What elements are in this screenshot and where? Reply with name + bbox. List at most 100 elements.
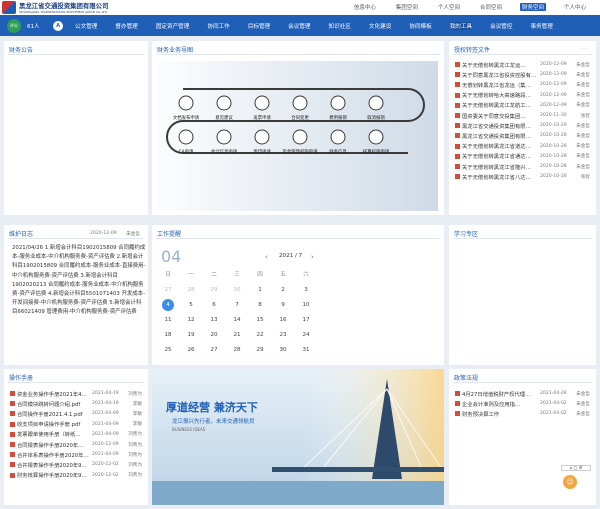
item-title[interactable]: 无偿划转黑龙江省龙运（集…: [462, 81, 540, 89]
flow-node-icon[interactable]: [254, 95, 270, 111]
list-item[interactable]: 关于无偿划转黑龙江龙运… 2020-12-09 朱金哲: [455, 60, 590, 69]
menu-item[interactable]: 事务管理: [530, 22, 552, 30]
calendar-day-cell[interactable]: 29: [208, 284, 220, 296]
more-icon[interactable]: …: [582, 45, 590, 50]
calendar-day-cell[interactable]: 18: [162, 329, 174, 341]
calendar-day-cell[interactable]: 30: [277, 344, 289, 356]
item-title[interactable]: 国资委关于同意交投集团…: [462, 112, 540, 120]
item-title[interactable]: 关于无偿划转哈大高速路段…: [462, 91, 540, 99]
item-title[interactable]: 合同报表操作手册2020年…: [17, 441, 92, 449]
list-item[interactable]: 收支项目申请操作手册.pdf 2021-04-09 李敏: [10, 420, 142, 429]
calendar-day-cell[interactable]: 23: [277, 329, 289, 341]
calendar-day-cell[interactable]: 13: [208, 314, 220, 326]
item-title[interactable]: 关于无偿划转黑龙江龙航工…: [462, 101, 540, 109]
calendar-day-cell[interactable]: 17: [300, 314, 312, 326]
calendar-day-cell[interactable]: 16: [277, 314, 289, 326]
list-item[interactable]: 企业会计准则及应用指… 2021-04-02 朱金哲: [455, 399, 590, 408]
calendar-day-cell[interactable]: 2: [277, 284, 289, 296]
list-item[interactable]: 合并体系表操作手册2020年… 2021-04-09 刘青为: [10, 450, 142, 459]
flow-node-icon[interactable]: [216, 95, 232, 111]
calendar-day-cell[interactable]: 28: [185, 284, 197, 296]
top-link[interactable]: 财务空间: [519, 3, 546, 11]
item-title[interactable]: 合并体系表操作手册2020年…: [17, 451, 92, 459]
calendar-day-cell[interactable]: 29: [254, 344, 266, 356]
flow-node-icon[interactable]: [178, 129, 194, 145]
next-month-icon[interactable]: ›: [311, 253, 314, 261]
avatar[interactable]: 评分: [7, 18, 21, 33]
calendar-day-cell[interactable]: 27: [162, 284, 174, 296]
top-link[interactable]: 个人中心: [562, 3, 588, 11]
feedback-button[interactable]: ☺: [563, 475, 577, 489]
item-title[interactable]: 财务核算操作手册2020年9…: [17, 471, 92, 479]
menu-item[interactable]: 协同工作: [207, 22, 229, 30]
item-title[interactable]: 关于同意黑龙江省投资控股有限…: [462, 71, 540, 79]
list-item[interactable]: 关于无偿划转黑龙江龙航工… 2020-12-09 朱金哲: [455, 101, 590, 110]
item-title[interactable]: 企业会计准则及应用指…: [462, 400, 540, 408]
user-name[interactable]: 61人: [27, 22, 49, 30]
item-title[interactable]: 黑龙江省交通投资集团有限…: [462, 132, 540, 140]
item-title[interactable]: 收支项目申请操作手册.pdf: [17, 420, 92, 428]
calendar-day-cell[interactable]: 4: [162, 299, 174, 311]
calendar-day-cell[interactable]: 22: [254, 329, 266, 341]
menu-item[interactable]: 会议管控: [490, 22, 512, 30]
switch-button[interactable]: A: [53, 20, 63, 31]
menu-item[interactable]: 知识社区: [329, 22, 351, 30]
calendar-day-cell[interactable]: 7: [231, 299, 243, 311]
calendar-day-cell[interactable]: 3: [300, 284, 312, 296]
list-item[interactable]: 关于同意黑龙江省投资控股有限… 2020-12-09 朱金哲: [455, 70, 590, 79]
list-item[interactable]: 黑龙江省交通投资集团有限… 2020-10-29 朱金哲: [455, 121, 590, 130]
list-item[interactable]: 黑龙江省交通投资集团有限… 2020-10-28 朱金哲: [455, 131, 590, 140]
calendar-day-cell[interactable]: 20: [208, 329, 220, 341]
top-link[interactable]: 个人空间: [436, 3, 462, 11]
flow-node-icon[interactable]: [330, 129, 346, 145]
flow-node-icon[interactable]: [368, 95, 384, 111]
list-item[interactable]: 合并报表操作手册2020年9… 2020-12-02 刘青为: [10, 460, 142, 469]
item-title[interactable]: 关于无偿划转黑龙江省隆兴…: [462, 163, 540, 171]
list-item[interactable]: 关于无偿划转黑龙江省隆兴… 2020-10-28 朱金哲: [455, 162, 590, 171]
item-title[interactable]: 发票跟单使用手册（转纸…: [17, 430, 92, 438]
menu-item[interactable]: 文化建设: [369, 22, 391, 30]
calendar-day-cell[interactable]: 9: [277, 299, 289, 311]
list-item[interactable]: 2020-12-09 朱金哲: [90, 229, 145, 238]
calendar-day-cell[interactable]: 14: [231, 314, 243, 326]
item-title[interactable]: 关于无偿划转黑龙江省八达…: [462, 173, 540, 181]
list-item[interactable]: 资金业务操作手册2021年4… 2021-04-19 刘青为: [10, 389, 142, 398]
list-item[interactable]: 合同模块跳转问题介绍.pdf 2021-04-19 李敏: [10, 399, 142, 408]
top-link[interactable]: 集团空间: [394, 3, 420, 11]
item-title[interactable]: 合同操作手册2021.4.1.pdf: [17, 410, 92, 418]
menu-item[interactable]: 协同模板: [409, 22, 431, 30]
top-link[interactable]: 合同空间: [478, 3, 504, 11]
item-title[interactable]: 财务预决算工作: [462, 410, 540, 418]
flow-node-icon[interactable]: [254, 129, 270, 145]
list-item[interactable]: 财务核算操作手册2020年9… 2020-12-02 刘青为: [10, 471, 142, 480]
list-item[interactable]: 合同操作手册2021.4.1.pdf 2021-04-09 李敏: [10, 409, 142, 418]
flow-node-icon[interactable]: [178, 95, 194, 111]
list-item[interactable]: 关于无偿划转黑龙江省八达… 2020-10-28 张智: [455, 172, 590, 181]
flow-node-icon[interactable]: [292, 129, 308, 145]
calendar-day-cell[interactable]: 10: [300, 299, 312, 311]
list-item[interactable]: 4月27日增值税财产权代理… 2021-04-28 朱金哲: [455, 389, 590, 398]
flow-node-icon[interactable]: [216, 129, 232, 145]
menu-item[interactable]: 固定资产管理: [156, 22, 190, 30]
flow-node-icon[interactable]: [292, 95, 308, 111]
item-title[interactable]: 黑龙江省交通投资集团有限…: [462, 122, 540, 130]
calendar-day-cell[interactable]: 25: [162, 344, 174, 356]
calendar-day-cell[interactable]: 12: [185, 314, 197, 326]
top-link[interactable]: 信息中心: [352, 3, 378, 11]
item-title[interactable]: 合同模块跳转问题介绍.pdf: [17, 400, 92, 408]
calendar-day-cell[interactable]: 15: [254, 314, 266, 326]
calendar-day-cell[interactable]: 30: [231, 284, 243, 296]
business-diagram[interactable]: 文档发布申请 意见建议 发票申请 合同变更 费用报销 取消报销 CA申请 会计信息申请 用印申请…: [158, 61, 438, 211]
logo[interactable]: 黑龙江省交通投资集团有限公司 HEILONGJIANG TRANSPORTATI…: [2, 1, 108, 14]
list-item[interactable]: 关于无偿划转黑龙江省通达… 2020-10-28 朱金哲: [455, 152, 590, 161]
calendar-day-cell[interactable]: 31: [300, 344, 312, 356]
calendar-day-cell[interactable]: 5: [185, 299, 197, 311]
item-title[interactable]: 关于无偿划转黑龙江省道达…: [462, 142, 540, 150]
calendar-day-cell[interactable]: 28: [231, 344, 243, 356]
item-title[interactable]: 4月27日增值税财产权代理…: [462, 390, 540, 398]
menu-item[interactable]: 督办管理: [115, 22, 137, 30]
calendar-day-cell[interactable]: 1: [254, 284, 266, 296]
item-title[interactable]: 关于无偿划转黑龙江省通达…: [462, 152, 540, 160]
menu-item[interactable]: 公文管理: [75, 22, 97, 30]
calendar-day-cell[interactable]: 27: [208, 344, 220, 356]
